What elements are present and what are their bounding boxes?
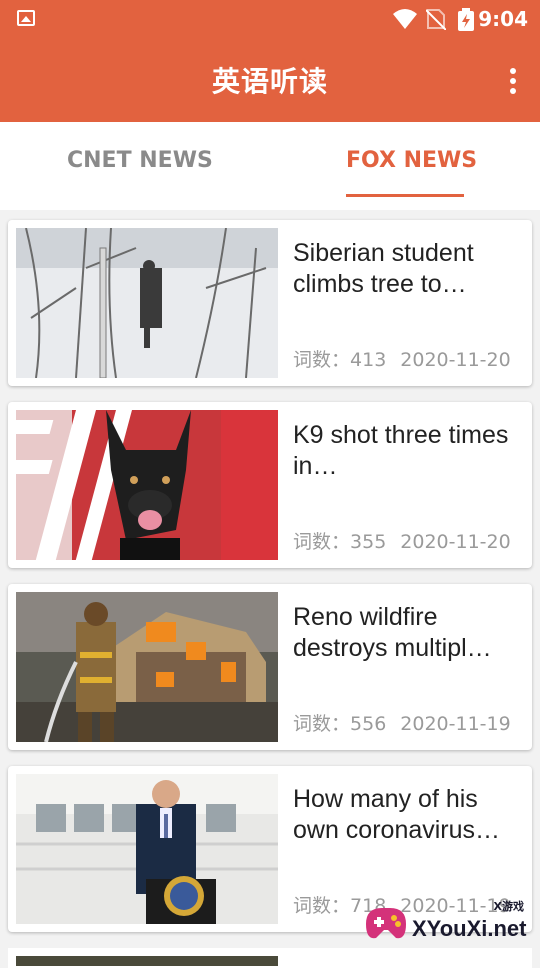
article-title: Reno wildfire destroys multipl… — [293, 603, 492, 662]
article-meta: 词数：556 2020-11-19 — [293, 709, 511, 736]
article-thumbnail — [16, 228, 278, 378]
more-vert-icon[interactable] — [510, 68, 518, 98]
wifi-icon — [393, 9, 417, 29]
app-title: 英语听读 — [211, 65, 328, 98]
article-date: 2020-11-20 — [400, 531, 511, 553]
article-title: How many of his own coronavirus… — [293, 785, 501, 844]
word-count-label: 词数： — [293, 895, 351, 917]
article-title: Siberian student climbs tree to… — [293, 239, 474, 298]
image-notification-icon — [17, 10, 35, 26]
article-thumbnail — [16, 956, 278, 966]
battery-charging-icon — [458, 8, 474, 31]
article-date: 2020-11-20 — [400, 349, 511, 371]
list-item[interactable]: K9 shot three times in… 词数：355 2020-11-20 — [8, 402, 532, 568]
list-item[interactable]: Siberian student climbs tree to… 词数：413 2… — [8, 220, 532, 386]
watermark-text: XYouXi.net — [412, 916, 527, 941]
status-bar: 9:04 — [0, 0, 540, 38]
article-thumbnail — [16, 410, 278, 560]
list-item[interactable]: Reno wildfire destroys multipl… 词数：556 20… — [8, 584, 532, 750]
tab-fox-news[interactable]: FOX NEWS — [346, 148, 477, 173]
article-date: 2020-11-19 — [400, 713, 511, 735]
word-count: 355 — [350, 531, 387, 553]
article-title: K9 shot three times in… — [293, 421, 509, 480]
app-bar: 英语听读 — [0, 38, 540, 122]
no-sim-icon — [426, 9, 446, 30]
word-count-label: 词数： — [293, 531, 351, 553]
article-thumbnail — [16, 592, 278, 742]
article-meta: 词数：355 2020-11-20 — [293, 527, 511, 554]
site-watermark: X游戏 XYouXi.net — [362, 898, 532, 950]
article-thumbnail — [16, 774, 278, 924]
tab-cnet-news[interactable]: CNET NEWS — [67, 148, 213, 173]
word-count-label: 词数： — [293, 713, 351, 735]
news-tabs: CNET NEWS FOX NEWS — [0, 122, 540, 210]
status-time: 9:04 — [478, 7, 528, 31]
article-meta: 词数：413 2020-11-20 — [293, 345, 511, 372]
word-count: 556 — [350, 713, 387, 735]
active-tab-indicator — [346, 194, 464, 197]
word-count: 413 — [350, 349, 387, 371]
watermark-small-text: X游戏 — [493, 900, 524, 913]
gamepad-logo-icon — [366, 908, 406, 939]
word-count-label: 词数： — [293, 349, 351, 371]
